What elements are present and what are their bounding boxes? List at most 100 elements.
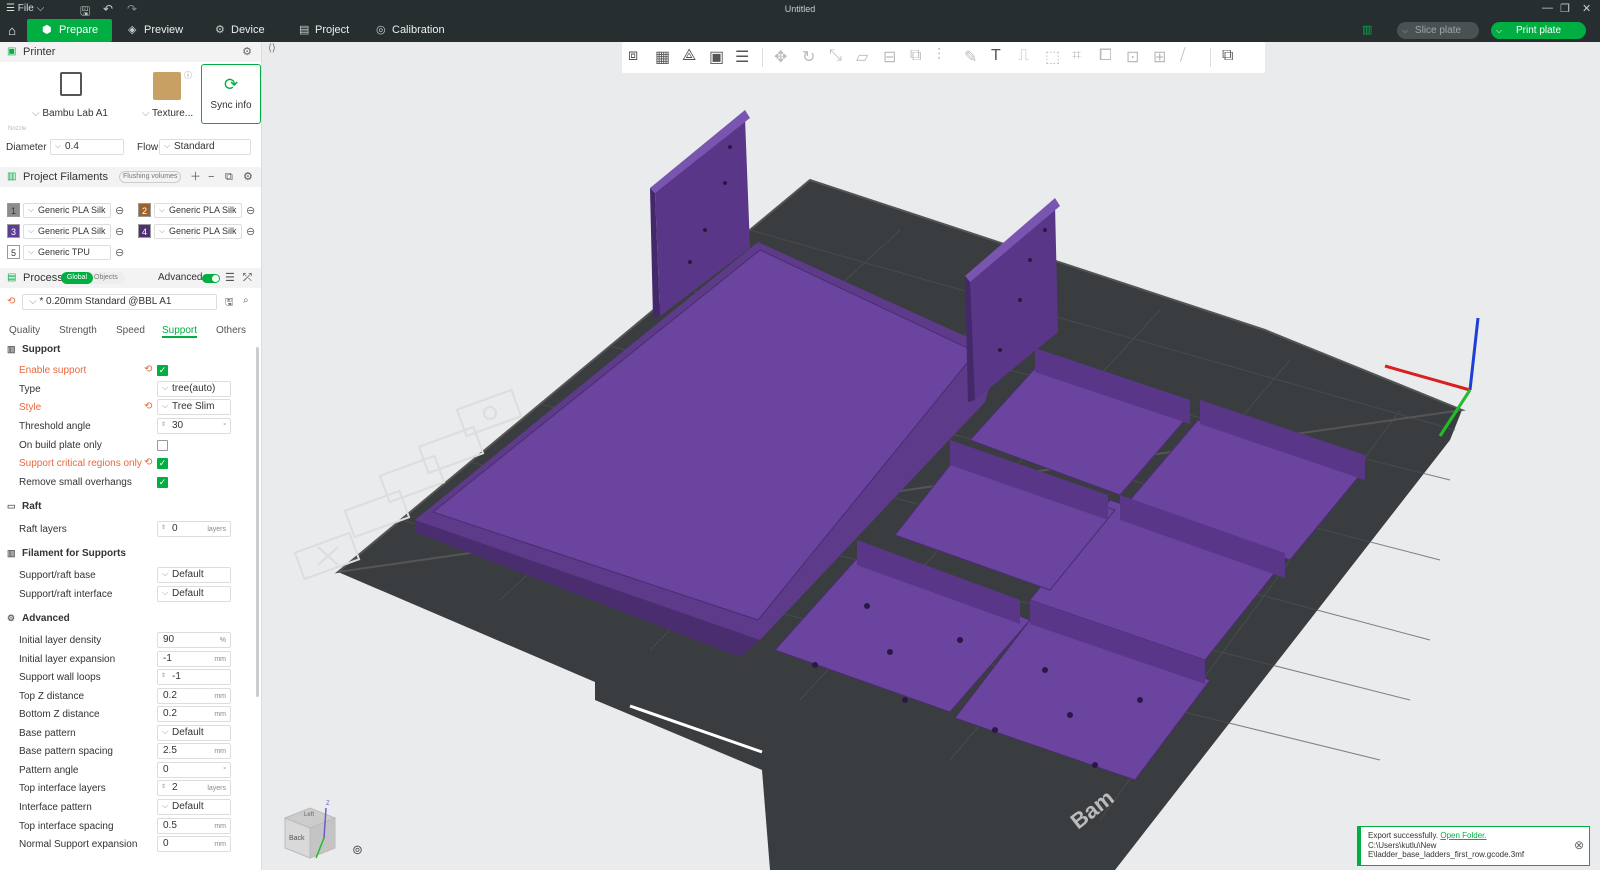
filament-remove-icon[interactable]: ⊖ (115, 204, 124, 217)
collapse-sidebar-icon[interactable]: ⟨⟩ (268, 43, 276, 54)
close-icon[interactable]: ✕ (1582, 2, 1591, 15)
measure-icon[interactable]: ⌗ (1072, 47, 1081, 65)
open-folder-link[interactable]: Open Folder. (1440, 831, 1486, 840)
view-options-icon[interactable]: ⧉ (1222, 47, 1233, 65)
assembly-icon[interactable]: ⧠ (1099, 47, 1112, 65)
spinner-icon[interactable]: ⇕ (161, 780, 166, 794)
process-compare-icon[interactable]: ⤱ (243, 268, 252, 288)
filament-name[interactable]: Generic PLA Silk (154, 224, 242, 239)
cut-icon[interactable]: ⊟ (883, 47, 896, 67)
text-icon[interactable]: T (991, 47, 1001, 65)
navigation-cube[interactable]: Back Left Z (280, 800, 340, 860)
process-preset-select[interactable]: ⌵ * 0.20mm Standard @BBL A1 (22, 294, 217, 310)
print-dropdown-icon[interactable]: ⌵ (1496, 22, 1502, 39)
slice-plate-button[interactable]: ⌵ Slice plate (1397, 22, 1479, 39)
filament-color-swatch[interactable]: 1 (7, 203, 20, 217)
move-icon[interactable]: ✥ (774, 47, 787, 67)
tab-calibration[interactable]: ◎ Calibration (374, 19, 474, 42)
tab-support[interactable]: Support (162, 325, 198, 338)
print-plate-button[interactable]: ⌵ Print plate (1491, 22, 1586, 39)
tab-preview[interactable]: ◈ Preview (126, 19, 206, 42)
flow-select[interactable]: Standard (21, 139, 251, 156)
seam-paint-icon[interactable]: ✎ (964, 47, 977, 67)
camera-view-icon[interactable]: ⊚ (352, 842, 363, 858)
sync-info-button[interactable]: ⟳ Sync info (201, 64, 261, 124)
support-type-select[interactable]: tree(auto) (157, 381, 231, 397)
tab-project[interactable]: ▤ Project (297, 19, 369, 42)
plate-info-icon[interactable]: ⓘ (184, 70, 192, 81)
top-interface-spacing-input[interactable]: 0.5 mm (157, 818, 231, 834)
filament-remove-icon[interactable]: ⊖ (246, 204, 255, 217)
tab-strength[interactable]: Strength (59, 325, 97, 336)
raft-base-select[interactable]: Default (157, 567, 231, 583)
filament-remove-icon[interactable]: ⊖ (115, 246, 124, 259)
tab-others[interactable]: Others (216, 325, 246, 336)
preset-reset-icon[interactable]: ⟲ (7, 296, 15, 307)
save-preset-icon[interactable]: 🖫 (225, 295, 234, 312)
svg-icon[interactable]: ⎍ (1018, 47, 1029, 65)
tab-device[interactable]: ⚙ Device (213, 19, 288, 42)
global-option[interactable]: Global (61, 272, 93, 284)
brim-ears-icon[interactable]: ⊡ (1126, 47, 1139, 67)
base-pattern-select[interactable]: Default (157, 725, 231, 741)
spinner-icon[interactable]: ⇕ (161, 418, 166, 432)
spinner-icon[interactable]: ⇕ (161, 521, 166, 535)
add-filament-icon[interactable]: ＋ (190, 167, 201, 187)
filament-color-swatch[interactable]: 3 (7, 224, 20, 238)
process-list-icon[interactable]: ☰ (225, 268, 235, 288)
filament-remove-icon[interactable]: ⊖ (246, 225, 255, 238)
mesh-boolean-icon[interactable]: ⬚ (1045, 47, 1060, 67)
search-icon[interactable]: ⌕ (243, 295, 249, 306)
auto-orient-icon[interactable]: ⟁ (682, 47, 696, 65)
raft-layers-input[interactable]: ⇕ 0 layers (157, 521, 231, 537)
variable-height-icon[interactable]: ⊞ (1153, 47, 1166, 67)
tab-prepare[interactable]: ⬢ Prepare (27, 19, 112, 42)
navcube-back-face[interactable]: Back (289, 835, 305, 842)
filament-color-swatch[interactable]: 2 (138, 203, 151, 217)
minimize-icon[interactable]: — (1542, 2, 1553, 14)
home-icon[interactable]: ⌂ (0, 19, 24, 42)
raft-interface-select[interactable]: Default (157, 586, 231, 602)
ruler-icon[interactable]: ⧸ (1180, 47, 1185, 65)
initial-density-input[interactable]: 90% (157, 632, 231, 648)
filament-name[interactable]: Generic PLA Silk (23, 203, 111, 218)
filament-color-swatch[interactable]: 4 (138, 224, 151, 238)
global-objects-toggle[interactable]: Global Objects (61, 272, 125, 284)
remove-small-overhangs-checkbox[interactable]: ✓ (157, 477, 168, 488)
close-notification-icon[interactable]: ⊗ (1574, 838, 1584, 852)
filament-settings-icon[interactable]: ⚙ (243, 167, 253, 187)
tab-speed[interactable]: Speed (116, 325, 145, 336)
pattern-angle-input[interactable]: 0 ° (157, 762, 231, 778)
build-plate-only-checkbox[interactable] (157, 440, 168, 451)
filament-sync-icon[interactable]: ⧉ (225, 167, 233, 187)
bottom-z-input[interactable]: 0.2 mm (157, 706, 231, 722)
support-paint-icon[interactable]: ⫶ (937, 47, 941, 65)
top-z-input[interactable]: 0.2 mm (157, 688, 231, 704)
critical-regions-checkbox[interactable]: ✓ (157, 458, 168, 469)
settings-scrollbar[interactable] (256, 347, 259, 697)
rotate-icon[interactable]: ↻ (802, 47, 815, 67)
filament-remove-icon[interactable]: ⊖ (115, 225, 124, 238)
arrange-icon[interactable]: ▣ (709, 47, 724, 67)
build-plate-scene[interactable]: Bam (262, 42, 1600, 870)
reset-icon[interactable]: ⟲ (144, 364, 152, 375)
slice-dropdown-icon[interactable]: ⌵ (1402, 22, 1408, 39)
filament-name[interactable]: Generic PLA Silk (23, 224, 111, 239)
tab-quality[interactable]: Quality (9, 325, 40, 336)
wall-loops-input[interactable]: ⇕ -1 (157, 669, 231, 685)
reset-icon[interactable]: ⟲ (144, 401, 152, 412)
remove-filament-icon[interactable]: − (208, 167, 214, 187)
plate-select-card[interactable]: ⓘ ⌵ Texture... (139, 64, 196, 124)
top-interface-layers-input[interactable]: ⇕ 2 layers (157, 780, 231, 796)
threshold-angle-input[interactable]: ⇕ 30 ° (157, 418, 231, 434)
filament-color-swatch[interactable]: 5 (7, 245, 20, 259)
interface-pattern-select[interactable]: Default (157, 799, 231, 815)
boolean-icon[interactable]: ⧉ (910, 47, 921, 65)
add-plate-icon[interactable]: ▦ (655, 47, 670, 67)
scale-icon[interactable]: ⤡ (829, 47, 842, 65)
filament-name[interactable]: Generic PLA Silk (154, 203, 242, 218)
3d-viewport[interactable]: Bam ⟨⟩ Back Left Z ⊚ (262, 42, 1600, 870)
navcube-top-face[interactable]: Left (304, 812, 314, 818)
initial-expansion-input[interactable]: -1 mm (157, 651, 231, 667)
normal-expansion-input[interactable]: 0 mm (157, 836, 231, 852)
